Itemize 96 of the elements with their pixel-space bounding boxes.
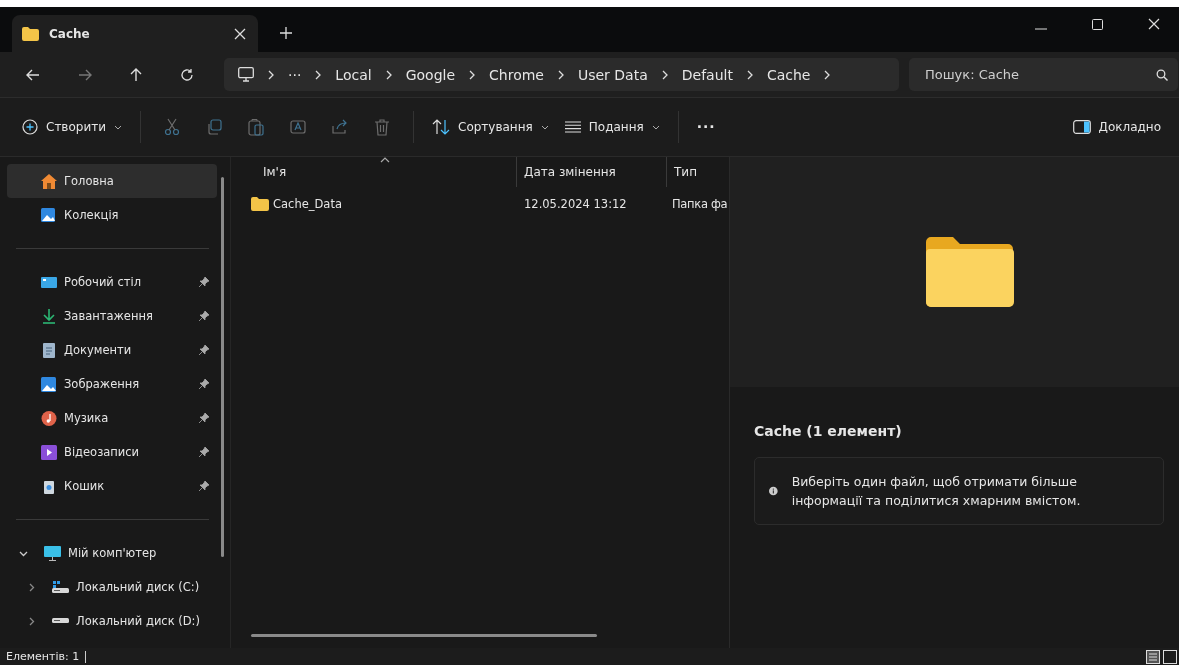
file-row[interactable]: Cache_Data 12.05.2024 13:12 Папка фа <box>231 187 729 221</box>
caret-icon <box>540 124 549 130</box>
pin-icon[interactable] <box>199 311 209 321</box>
chevron-icon[interactable] <box>746 69 753 80</box>
info-icon <box>769 484 778 498</box>
up-icon[interactable] <box>130 67 142 82</box>
pin-icon[interactable] <box>199 345 209 355</box>
folder-icon <box>925 237 1014 307</box>
window-tab[interactable]: Cache <box>12 15 258 52</box>
video-icon <box>41 444 57 460</box>
folder-icon <box>251 197 269 211</box>
new-tab-icon[interactable] <box>280 27 292 39</box>
chevron-icon[interactable] <box>385 69 392 80</box>
chevron-icon[interactable] <box>661 69 668 80</box>
breadcrumb[interactable]: Cache <box>766 66 811 83</box>
details-view-icon[interactable] <box>1146 649 1160 664</box>
close-icon[interactable] <box>234 27 246 40</box>
item-count: Елементів: 1 <box>6 650 87 663</box>
chevron-icon[interactable] <box>469 69 476 80</box>
modified-date: 12.05.2024 13:12 <box>524 197 627 211</box>
sidebar-item[interactable]: Музика <box>7 401 217 435</box>
column-header[interactable]: Дата змінення <box>517 157 667 187</box>
expand-chevron-icon[interactable] <box>27 582 36 592</box>
more-button[interactable]: ··· <box>688 113 724 141</box>
drive-icon <box>52 618 69 624</box>
chevron-icon[interactable] <box>557 69 564 80</box>
breadcrumb[interactable]: User Data <box>577 66 648 83</box>
search-field[interactable]: Пошук: Cache <box>909 58 1178 91</box>
breadcrumb[interactable]: Local <box>335 66 372 83</box>
tab-title: Cache <box>49 26 91 41</box>
tree-item[interactable]: Локальний диск (C:) <box>7 570 217 604</box>
pin-icon[interactable] <box>199 481 209 491</box>
chevron-icon[interactable] <box>315 69 322 80</box>
sort-arrows-icon <box>432 119 450 135</box>
column-header[interactable]: Тип <box>667 157 729 187</box>
back-icon[interactable] <box>26 68 40 81</box>
pin-icon[interactable] <box>199 413 209 423</box>
forward-icon[interactable] <box>78 68 92 81</box>
sort-button[interactable]: Сортування <box>424 113 557 141</box>
scrollbar[interactable] <box>221 177 224 557</box>
drive-icon <box>52 580 69 594</box>
sidebar-item[interactable]: Документи <box>7 333 217 367</box>
column-title: Ім'я <box>263 165 287 179</box>
download-icon <box>41 308 57 324</box>
breadcrumb[interactable]: ··· <box>288 66 302 83</box>
expand-chevron-icon[interactable] <box>27 616 36 626</box>
pin-icon[interactable] <box>199 277 209 287</box>
computer-icon <box>238 67 254 82</box>
music-icon <box>41 410 57 426</box>
pin-icon[interactable] <box>199 379 209 389</box>
create-button[interactable]: Створити <box>14 113 130 141</box>
caret-icon <box>114 124 122 130</box>
refresh-icon[interactable] <box>180 67 194 82</box>
caret-icon <box>651 124 660 130</box>
info-text: Виберіть один файл, щоб отримати більше інформації та поділитися хмарним вмістом. <box>791 473 1082 510</box>
image-icon <box>41 207 57 223</box>
recycle-bin-icon <box>41 478 57 494</box>
details-button[interactable]: Докладно <box>1064 114 1169 140</box>
column-title: Тип <box>674 165 697 179</box>
monitor-icon <box>44 545 61 561</box>
document-icon <box>41 342 57 358</box>
details-title: Cache (1 елемент) <box>754 423 903 439</box>
breadcrumb[interactable]: Google <box>405 66 456 83</box>
lines-icon <box>564 121 581 133</box>
sidebar-item[interactable]: Відеозаписи <box>7 435 217 469</box>
pin-icon[interactable] <box>199 447 209 457</box>
column-title: Дата змінення <box>524 165 616 179</box>
breadcrumb[interactable]: Default <box>681 66 733 83</box>
home-icon <box>41 173 57 189</box>
breadcrumb[interactable]: Chrome <box>489 66 544 83</box>
chevron-icon[interactable] <box>824 69 831 80</box>
tree-item[interactable]: Мій комп'ютер <box>7 536 217 570</box>
sidebar-item[interactable]: Зображення <box>7 367 217 401</box>
search-icon <box>1156 68 1168 81</box>
sidebar-item[interactable]: Колекція <box>7 198 217 232</box>
close-icon[interactable] <box>1148 18 1160 30</box>
monitor-icon <box>41 274 57 290</box>
scrollbar[interactable] <box>251 634 597 637</box>
sidebar-item[interactable]: Завантаження <box>7 299 217 333</box>
folder-icon <box>22 26 39 41</box>
details-pane-icon <box>1072 120 1091 134</box>
column-header[interactable]: Ім'я <box>231 157 517 187</box>
address-bar[interactable]: ··· Local Google Chrome User Data Default Cache <box>224 58 899 91</box>
file-type: Папка фа <box>672 197 728 211</box>
file-name: Cache_Data <box>273 197 342 211</box>
plus-circle-icon <box>22 119 38 135</box>
sidebar-item[interactable]: Кошик <box>7 469 217 503</box>
tiles-view-icon[interactable] <box>1163 649 1177 664</box>
tree-item[interactable]: Локальний диск (D:) <box>7 604 217 638</box>
image-icon <box>41 376 57 392</box>
chevron-icon[interactable] <box>268 69 274 80</box>
sidebar-item[interactable]: Робочий стіл <box>7 265 217 299</box>
sidebar-item[interactable]: Головна <box>7 164 217 198</box>
maximize-icon[interactable] <box>1092 19 1103 30</box>
search-input[interactable]: Пошук: Cache <box>923 66 1156 83</box>
view-button[interactable]: Подання <box>556 114 668 140</box>
